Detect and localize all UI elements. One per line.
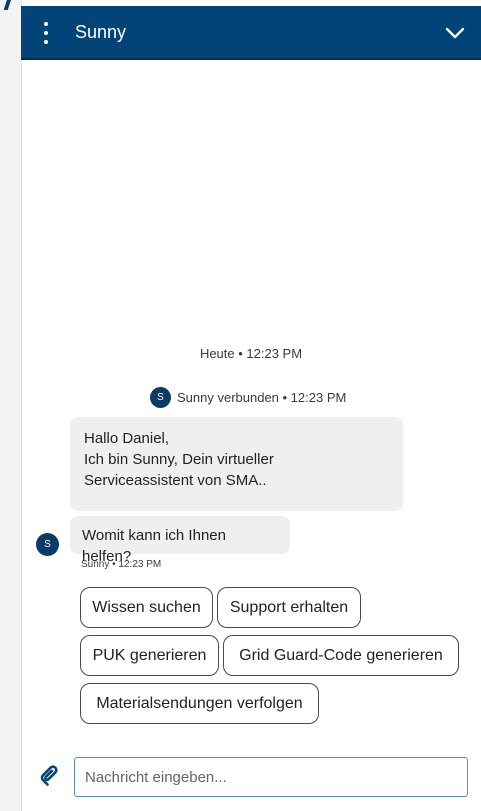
- chevron-down-icon[interactable]: [445, 23, 465, 43]
- conversation-timestamp: Heute • 12:23 PM: [199, 346, 303, 361]
- quick-reply-button[interactable]: Wissen suchen: [80, 587, 213, 628]
- menu-icon[interactable]: [43, 22, 49, 44]
- greeting-line: Ich bin Sunny, Dein virtueller: [84, 451, 274, 468]
- quick-reply-button[interactable]: Materialsendungen verfolgen: [80, 683, 319, 724]
- message-bubble-question: Womit kann ich Ihnen helfen?: [70, 516, 290, 565]
- avatar: S: [150, 386, 171, 408]
- message-meta: Sunny • 12:23 PM: [81, 559, 162, 570]
- quick-reply-button[interactable]: Grid Guard-Code generieren: [223, 635, 459, 676]
- corner-mark: [3, 0, 13, 10]
- quick-reply-button[interactable]: Support erhalten: [217, 587, 361, 628]
- message-input[interactable]: [74, 757, 468, 797]
- greeting-line: Serviceassistent von SMA..: [84, 472, 267, 489]
- greeting-line: Hallo Daniel,: [84, 430, 170, 447]
- chat-title: Sunny: [75, 22, 127, 42]
- chat-header: Sunny: [21, 6, 481, 60]
- connected-text: Sunny verbunden • 12:23 PM: [177, 389, 347, 405]
- page-left-edge: [0, 0, 22, 811]
- attach-icon[interactable]: [38, 764, 62, 788]
- quick-reply-button[interactable]: PUK generieren: [80, 635, 219, 676]
- avatar: S: [36, 533, 59, 556]
- message-bubble-greeting: Hallo Daniel, Ich bin Sunny, Dein virtue…: [70, 417, 403, 511]
- connected-status: S Sunny verbunden • 12:23 PM: [150, 386, 346, 408]
